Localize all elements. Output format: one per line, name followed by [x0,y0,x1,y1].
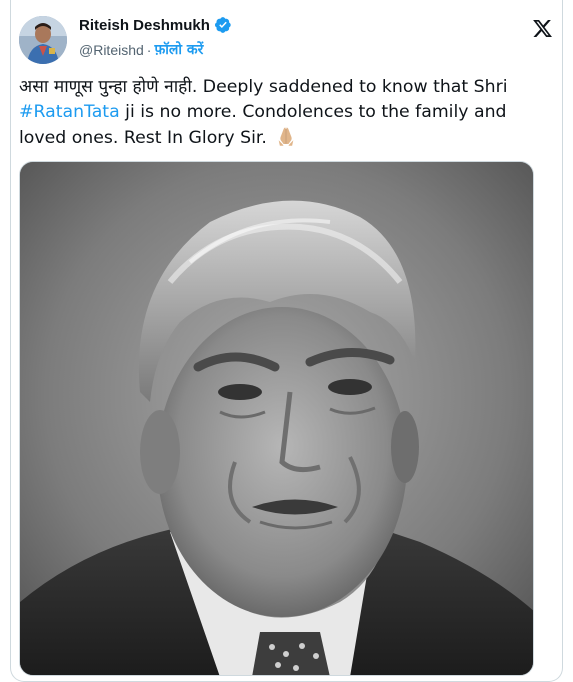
hashtag-link[interactable]: #RatanTata [19,102,120,122]
avatar[interactable] [19,16,67,64]
verified-badge-icon [214,17,231,33]
x-logo-icon[interactable] [531,18,554,39]
author-display-name[interactable]: Riteish Deshmukh [79,17,210,34]
tweet-photo[interactable] [19,161,534,676]
follow-button[interactable]: फ़ॉलो करें [154,40,203,59]
tweet-text: असा माणूस पुन्हा होणे नाही. Deeply sadde… [19,75,539,151]
separator-dot: · [146,41,152,58]
folded-hands-emoji-icon [278,127,294,146]
author-handle[interactable]: @Riteishd [79,42,144,58]
tweet-text-part1: असा माणूस पुन्हा होणे नाही. Deeply sadde… [19,77,508,97]
